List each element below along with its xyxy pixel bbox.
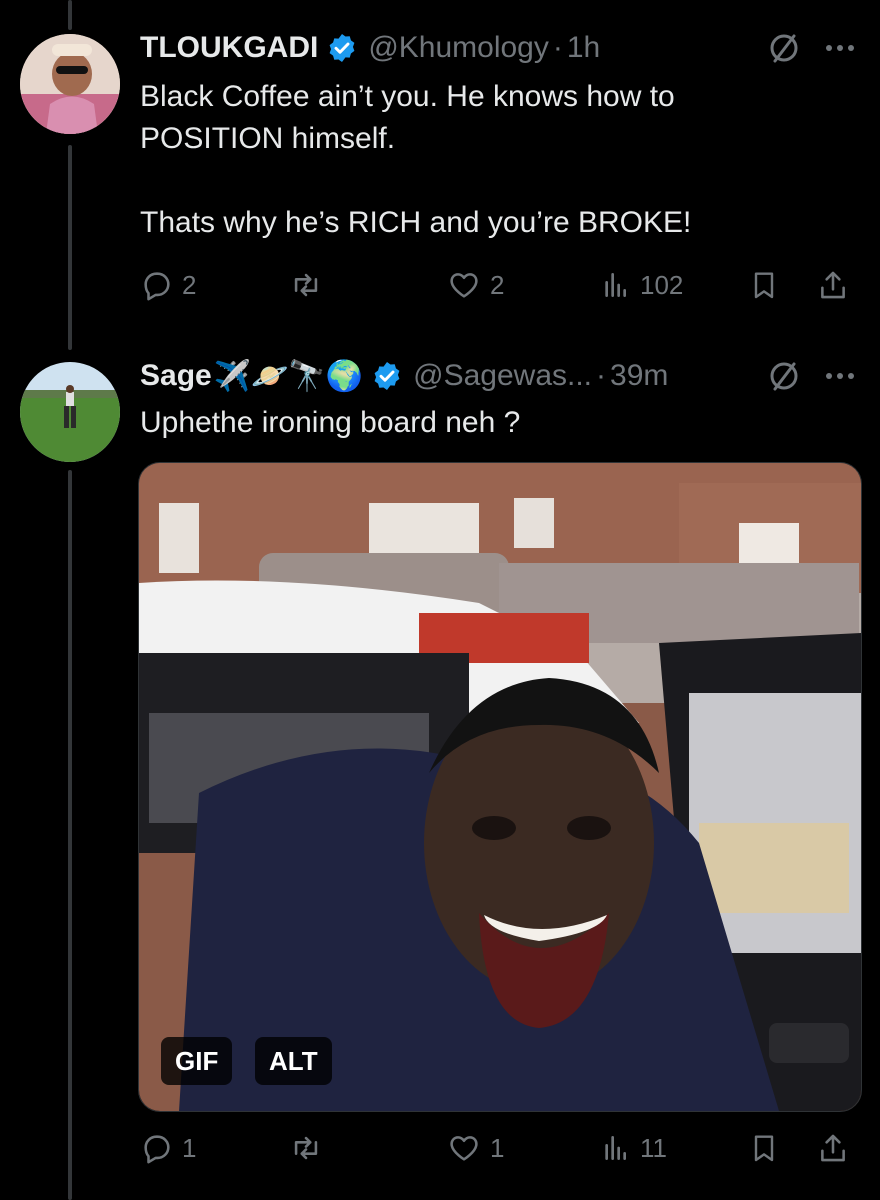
analytics-icon xyxy=(605,273,626,297)
display-name[interactable]: Sage xyxy=(140,359,212,393)
grok-icon[interactable] xyxy=(764,28,804,68)
heart-icon xyxy=(450,273,478,298)
tweet-text: Black Coffee ain’t you. He knows how to … xyxy=(140,80,692,239)
avatar[interactable] xyxy=(20,362,120,462)
reply-button[interactable]: 2 xyxy=(140,265,196,305)
tweet-actions: 2 2 102 xyxy=(140,265,860,305)
like-button[interactable]: 2 xyxy=(446,265,504,305)
views-button[interactable]: 11 xyxy=(600,1128,667,1168)
repost-button[interactable] xyxy=(288,1128,324,1168)
display-name[interactable]: TLOUKGADI xyxy=(140,31,318,65)
heart-icon xyxy=(450,1136,478,1161)
views-button[interactable]: 102 xyxy=(600,265,683,305)
handle[interactable]: @Sagewas... xyxy=(413,359,592,393)
view-count: 102 xyxy=(640,269,684,300)
share-icon xyxy=(821,271,845,299)
timestamp[interactable]: 1h xyxy=(567,31,600,65)
separator-dot: · xyxy=(552,31,563,64)
share-button[interactable] xyxy=(816,265,850,305)
view-count: 11 xyxy=(640,1132,667,1163)
tweet-1[interactable]: TLOUKGADI @Khumology · 1h Black Coffee a… xyxy=(0,0,880,340)
more-options-icon[interactable] xyxy=(820,356,860,396)
repost-icon xyxy=(294,1136,318,1160)
tweet-header: Sage ✈️🪐🔭🌍 @Sagewas... · 39m xyxy=(140,356,860,396)
avatar-image xyxy=(20,34,120,134)
gif-frame-image xyxy=(139,463,861,1111)
avatar[interactable] xyxy=(20,34,120,134)
reply-count: 2 xyxy=(182,269,197,300)
separator-dot: · xyxy=(596,359,607,392)
bookmark-icon xyxy=(754,272,774,299)
like-button[interactable]: 1 xyxy=(446,1128,504,1168)
reply-icon xyxy=(144,1135,170,1164)
bookmark-icon xyxy=(754,1135,774,1162)
share-button[interactable] xyxy=(816,1128,850,1168)
verified-badge-icon xyxy=(374,362,400,390)
avatar-image xyxy=(20,362,120,462)
name-emojis: ✈️🪐🔭🌍 xyxy=(213,359,364,393)
gif-media[interactable]: GIF ALT xyxy=(138,462,862,1112)
bookmark-button[interactable] xyxy=(748,265,780,305)
repost-button[interactable] xyxy=(288,265,324,305)
share-icon xyxy=(821,1134,845,1162)
tweet-text: Uphethe ironing board neh ? xyxy=(140,406,521,439)
tweet-actions: 1 1 11 xyxy=(140,1128,860,1168)
reply-button[interactable]: 1 xyxy=(140,1128,196,1168)
analytics-icon xyxy=(605,1136,626,1160)
handle[interactable]: @Khumology xyxy=(368,31,549,65)
like-count: 1 xyxy=(490,1132,505,1163)
grok-icon[interactable] xyxy=(764,356,804,396)
reply-icon xyxy=(144,272,170,301)
reply-count: 1 xyxy=(182,1132,197,1163)
verified-badge-icon xyxy=(329,34,355,62)
timestamp[interactable]: 39m xyxy=(610,359,668,393)
repost-icon xyxy=(294,273,318,297)
like-count: 2 xyxy=(490,269,505,300)
alt-text-button[interactable]: ALT xyxy=(255,1037,332,1085)
gif-badge: GIF xyxy=(161,1037,233,1085)
tweet-header: TLOUKGADI @Khumology · 1h xyxy=(140,28,860,68)
more-options-icon[interactable] xyxy=(820,28,860,68)
bookmark-button[interactable] xyxy=(748,1128,780,1168)
